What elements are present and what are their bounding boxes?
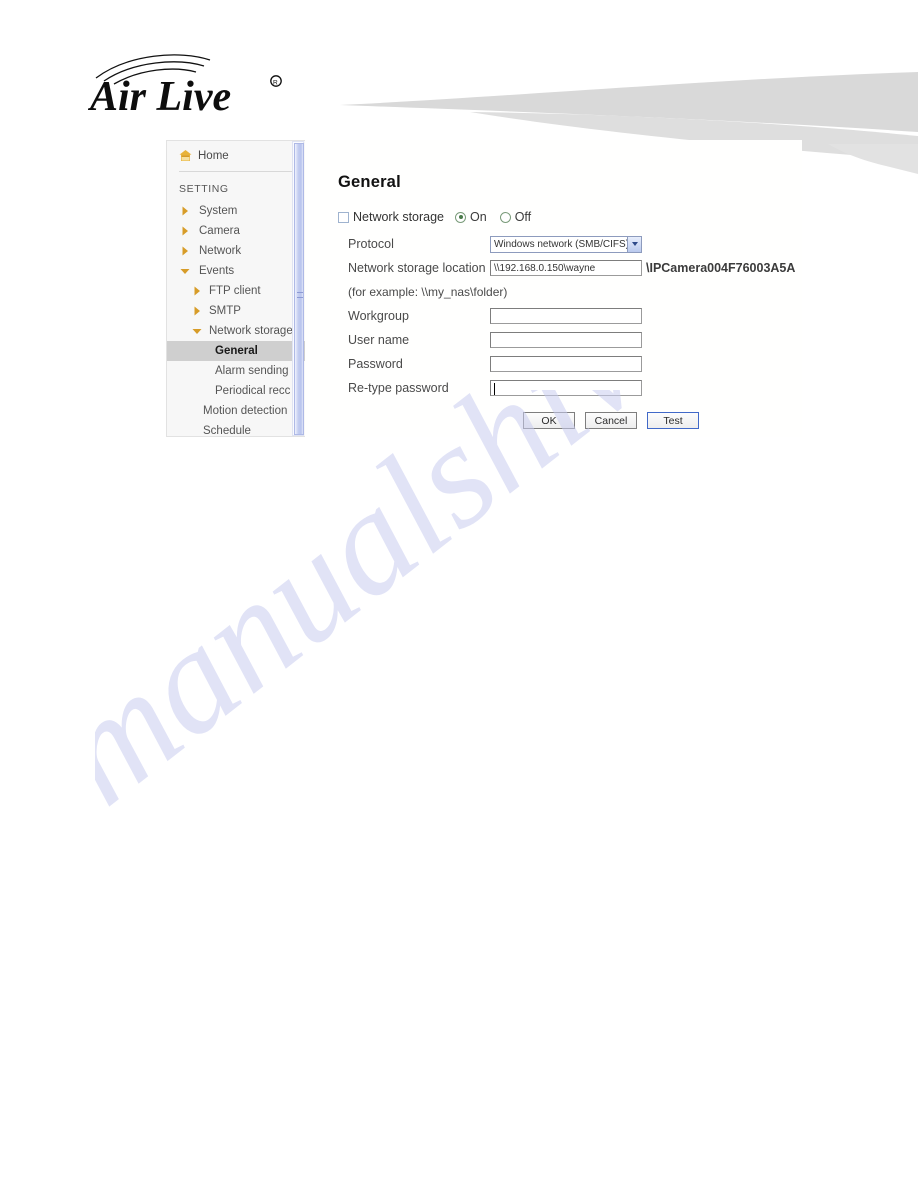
chevron-down-icon[interactable]: [627, 236, 641, 252]
network-storage-form: Protocol Windows network (SMB/CIFS) Netw…: [348, 232, 798, 400]
sidebar-item-label: General: [215, 345, 258, 357]
svg-text:R: R: [273, 80, 278, 87]
sidebar-item-label: Events: [199, 265, 235, 277]
sidebar-item-schedule[interactable]: Schedule: [167, 421, 305, 437]
radio-off[interactable]: Off: [499, 210, 532, 224]
sidebar-item-network-storage[interactable]: Network storage: [167, 321, 305, 341]
radio-on-label: On: [470, 210, 487, 224]
sidebar-home-label: Home: [198, 150, 229, 162]
settings-sidebar: Home SETTING System Camera Network Events FT…: [166, 140, 305, 437]
sidebar-item-network[interactable]: Network: [167, 241, 305, 261]
workgroup-label: Workgroup: [348, 309, 409, 323]
chevron-right-icon[interactable]: [179, 205, 191, 217]
field-row-location: Network storage location \\192.168.0.150…: [348, 256, 798, 280]
sidebar-item-label: SMTP: [209, 305, 241, 317]
sidebar-item-home[interactable]: Home: [167, 141, 305, 171]
sidebar-item-list: System Camera Network Events FTP client SMTP N…: [167, 201, 305, 437]
sidebar-scrollbar-thumb[interactable]: [294, 143, 304, 435]
field-row-retype-password: Re-type password: [348, 376, 798, 400]
chevron-right-icon[interactable]: [191, 305, 203, 317]
sidebar-item-smtp[interactable]: SMTP: [167, 301, 305, 321]
retype-password-input[interactable]: [490, 380, 642, 396]
logo-wordmark: Air Live: [88, 74, 231, 116]
username-label: User name: [348, 333, 410, 347]
sidebar-item-camera[interactable]: Camera: [167, 221, 305, 241]
radio-on-indicator[interactable]: [455, 211, 467, 223]
sidebar-item-system[interactable]: System: [167, 201, 305, 221]
workgroup-input[interactable]: [490, 308, 642, 324]
radio-on[interactable]: On: [455, 210, 487, 224]
password-input[interactable]: [490, 356, 642, 372]
protocol-label: Protocol: [348, 237, 394, 251]
field-row-username: User name: [348, 328, 798, 352]
sidebar-item-general[interactable]: General: [167, 341, 305, 361]
network-storage-label: Network storage: [353, 210, 445, 224]
sidebar-item-alarm-sending[interactable]: Alarm sending: [167, 361, 305, 381]
password-label: Password: [348, 357, 403, 371]
sidebar-item-label: Periodical recc: [215, 385, 291, 397]
network-storage-checkbox[interactable]: [338, 211, 349, 223]
sidebar-item-label: Network storage: [209, 325, 293, 337]
settings-content-panel: General Network storage On Off Protocol …: [305, 140, 802, 437]
scrollbar-grip-icon: [297, 292, 303, 298]
sidebar-item-label: System: [199, 205, 238, 217]
radio-off-indicator[interactable]: [499, 211, 511, 223]
sidebar-item-periodical-recc[interactable]: Periodical recc: [167, 381, 305, 401]
sidebar-item-events[interactable]: Events: [167, 261, 305, 281]
watermark-text: manualshive.com: [95, 390, 855, 836]
location-suffix-text: \IPCamera004F76003A5A: [646, 261, 796, 275]
sidebar-item-label: Alarm sending: [215, 365, 289, 377]
location-example-hint: (for example: \\my_nas\folder): [348, 285, 508, 299]
chevron-right-icon[interactable]: [179, 225, 191, 237]
sidebar-item-label: Camera: [199, 225, 240, 237]
sidebar-item-label: Schedule: [203, 425, 251, 437]
sidebar-item-label: FTP client: [209, 285, 261, 297]
location-input[interactable]: \\192.168.0.150\wayne: [490, 260, 642, 276]
sidebar-item-ftp-client[interactable]: FTP client: [167, 281, 305, 301]
radio-off-label: Off: [514, 210, 532, 224]
page-root: Air Live R Home SETTING System Camera Netw…: [0, 0, 918, 1188]
protocol-select-value: Windows network (SMB/CIFS): [494, 238, 627, 250]
sidebar-item-label: Network: [199, 245, 242, 257]
protocol-select[interactable]: Windows network (SMB/CIFS): [490, 235, 642, 253]
sidebar-section-label: SETTING: [179, 183, 229, 195]
location-label: Network storage location: [348, 261, 486, 275]
page-title: General: [338, 173, 401, 191]
cancel-button[interactable]: Cancel: [585, 412, 637, 429]
sidebar-item-motion-detection[interactable]: Motion detection: [167, 401, 305, 421]
chevron-right-icon[interactable]: [179, 245, 191, 257]
field-row-workgroup: Workgroup: [348, 304, 798, 328]
ok-button[interactable]: OK: [523, 412, 575, 429]
home-icon: [179, 150, 192, 161]
chevron-right-icon[interactable]: [191, 285, 203, 297]
retype-password-label: Re-type password: [348, 381, 449, 395]
sidebar-item-label: Motion detection: [203, 405, 288, 417]
form-button-bar: OK Cancel Test: [523, 412, 699, 429]
airlive-logo: Air Live R: [88, 54, 282, 116]
chevron-down-icon[interactable]: [179, 265, 191, 277]
test-button[interactable]: Test: [647, 412, 699, 429]
username-input[interactable]: [490, 332, 642, 348]
field-row-protocol: Protocol Windows network (SMB/CIFS): [348, 232, 798, 256]
chevron-down-icon[interactable]: [191, 325, 203, 337]
network-storage-toggle-row: Network storage On Off: [338, 210, 540, 224]
sidebar-scrollbar[interactable]: [292, 141, 304, 436]
site-watermark: manualshive.com: [95, 390, 855, 836]
field-row-password: Password: [348, 352, 798, 376]
